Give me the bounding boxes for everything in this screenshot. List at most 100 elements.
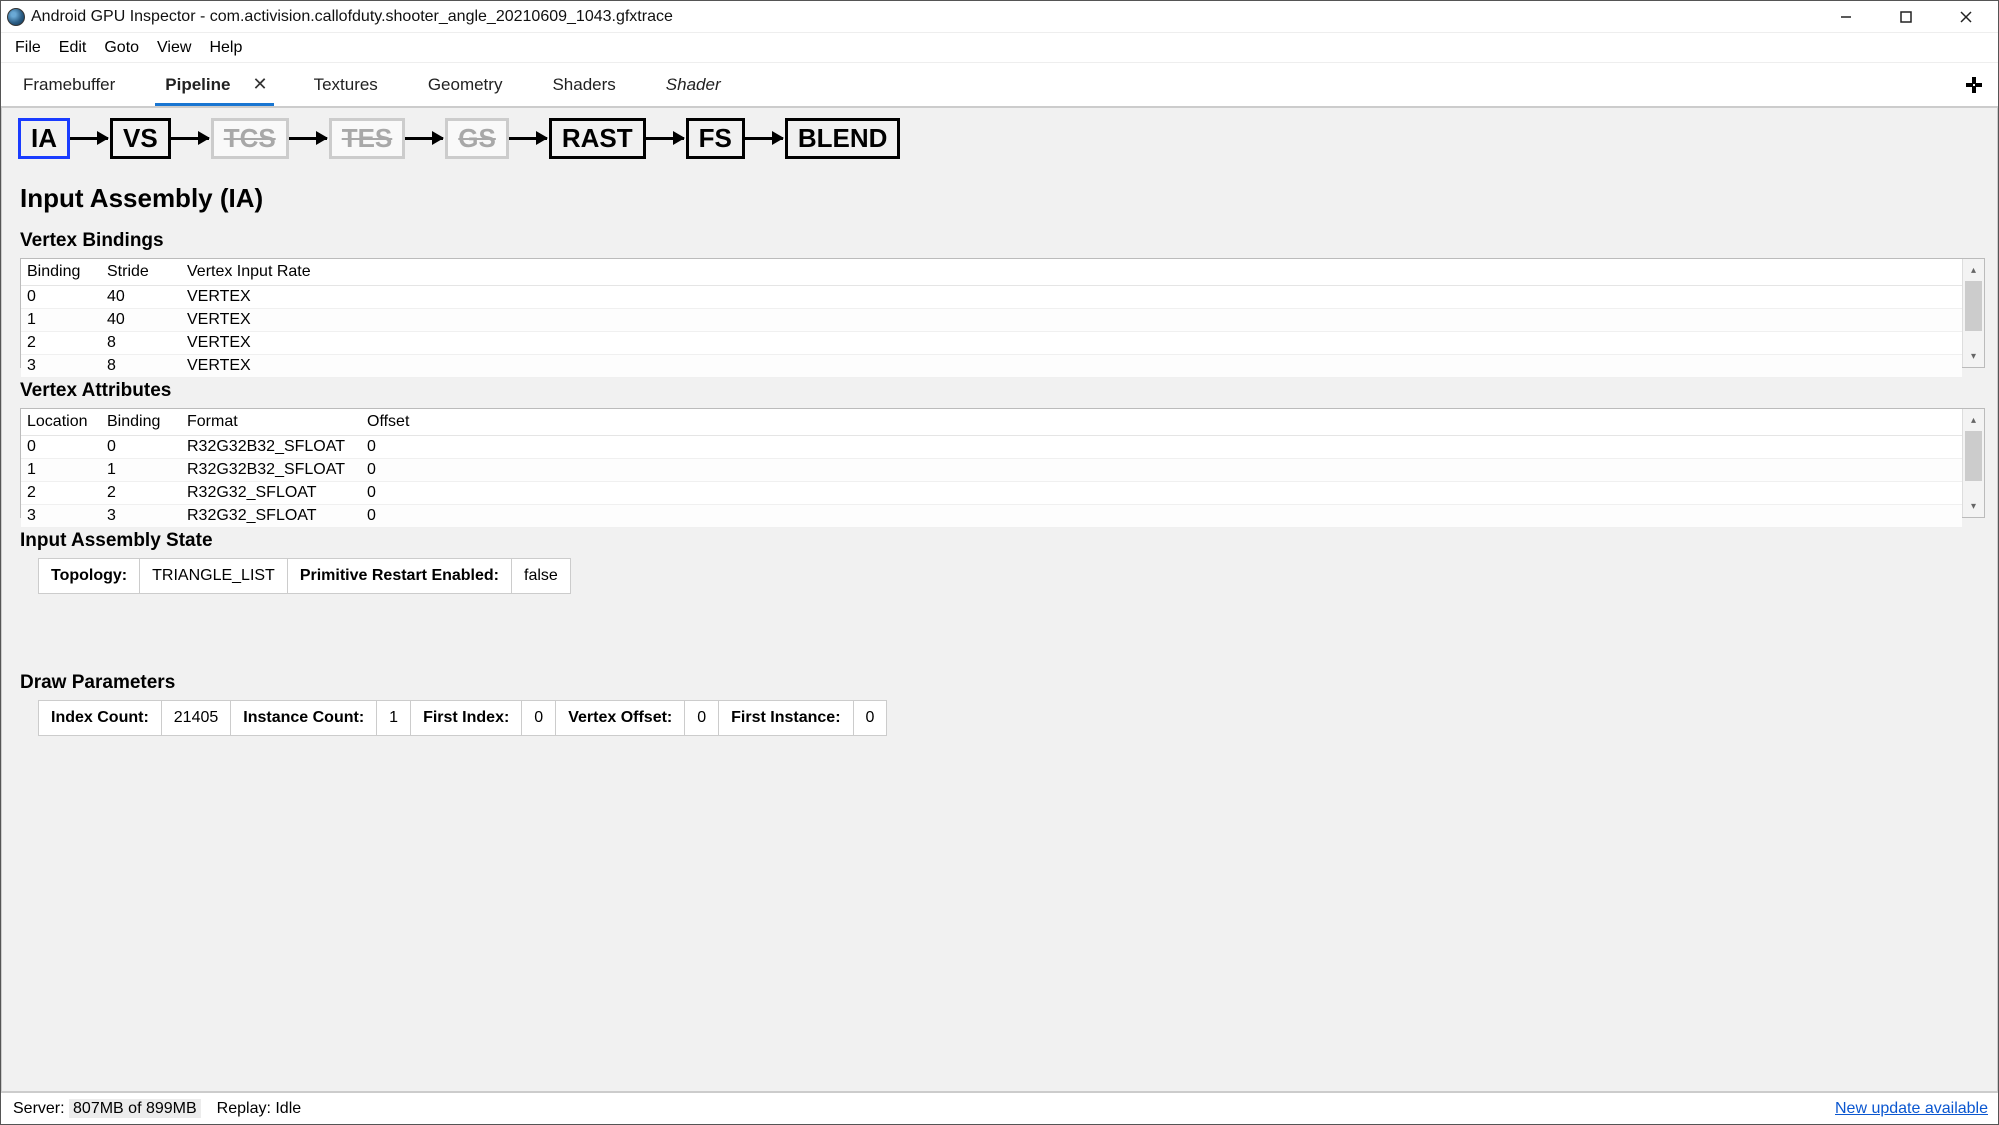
vertex-bindings-table: Binding Stride Vertex Input Rate 040VERT… bbox=[20, 258, 1985, 368]
statusbar: Server: 807MB of 899MB Replay: Idle New … bbox=[1, 1092, 1998, 1124]
cell: 40 bbox=[101, 286, 181, 309]
tab-pipeline[interactable]: Pipeline bbox=[161, 65, 234, 105]
stage-tes: TES bbox=[329, 118, 406, 159]
menu-goto[interactable]: Goto bbox=[96, 35, 147, 61]
col-vertex-input-rate[interactable]: Vertex Input Rate bbox=[181, 259, 1962, 286]
cell: 0 bbox=[361, 505, 1962, 528]
col-stride[interactable]: Stride bbox=[101, 259, 181, 286]
cell: 3 bbox=[21, 355, 101, 378]
cell: 1 bbox=[21, 309, 101, 332]
maximize-button[interactable] bbox=[1876, 1, 1936, 33]
cell: R32G32_SFLOAT bbox=[181, 482, 361, 505]
vertex-attributes-title: Vertex Attributes bbox=[20, 380, 1985, 402]
minimize-button[interactable] bbox=[1816, 1, 1876, 33]
stage-fs[interactable]: FS bbox=[686, 118, 745, 159]
table-row[interactable]: 38VERTEX bbox=[21, 355, 1962, 378]
cell: 8 bbox=[101, 355, 181, 378]
server-value: 807MB of 899MB bbox=[69, 1099, 201, 1118]
scroll-thumb[interactable] bbox=[1965, 281, 1982, 331]
col-binding[interactable]: Binding bbox=[21, 259, 101, 286]
tab-textures[interactable]: Textures bbox=[310, 65, 382, 105]
stage-vs[interactable]: VS bbox=[110, 118, 171, 159]
col-offset[interactable]: Offset bbox=[361, 409, 1962, 436]
tab-framebuffer[interactable]: Framebuffer bbox=[19, 65, 119, 105]
arrow-icon bbox=[745, 137, 783, 140]
scroll-up-icon[interactable]: ▴ bbox=[1963, 259, 1984, 281]
cell: 0 bbox=[361, 436, 1962, 459]
menu-view[interactable]: View bbox=[149, 35, 199, 61]
scroll-down-icon[interactable]: ▾ bbox=[1963, 495, 1984, 517]
cell: R32G32B32_SFLOAT bbox=[181, 459, 361, 482]
topology-value: TRIANGLE_LIST bbox=[140, 559, 288, 593]
draw-parameters-row: Index Count: 21405 Instance Count: 1 Fir… bbox=[38, 700, 887, 736]
arrow-icon bbox=[70, 137, 108, 140]
menu-file[interactable]: File bbox=[7, 35, 49, 61]
update-link[interactable]: New update available bbox=[1835, 1100, 1988, 1118]
table-row[interactable]: 00R32G32B32_SFLOAT0 bbox=[21, 436, 1962, 459]
cell: 2 bbox=[21, 332, 101, 355]
cell: 0 bbox=[101, 436, 181, 459]
arrow-icon bbox=[509, 137, 547, 140]
cell: 2 bbox=[101, 482, 181, 505]
stage-gs: GS bbox=[445, 118, 509, 159]
menu-help[interactable]: Help bbox=[201, 35, 250, 61]
tab-shaders[interactable]: Shaders bbox=[548, 65, 619, 105]
table-row[interactable]: 140VERTEX bbox=[21, 309, 1962, 332]
stage-blend[interactable]: BLEND bbox=[785, 118, 901, 159]
scroll-thumb[interactable] bbox=[1965, 431, 1982, 481]
scroll-up-icon[interactable]: ▴ bbox=[1963, 409, 1984, 431]
content-area: IA VS TCS TES GS RAST FS BLEND Input Ass… bbox=[1, 107, 1998, 1092]
app-icon bbox=[7, 8, 25, 26]
prim-restart-value: false bbox=[512, 559, 570, 593]
stage-rast[interactable]: RAST bbox=[549, 118, 646, 159]
scrollbar[interactable]: ▴ ▾ bbox=[1962, 259, 1984, 367]
table-row[interactable]: 040VERTEX bbox=[21, 286, 1962, 309]
first-index-label: First Index: bbox=[411, 701, 522, 735]
close-button[interactable] bbox=[1936, 1, 1996, 33]
vertex-bindings-title: Vertex Bindings bbox=[20, 230, 1985, 252]
cell: 3 bbox=[21, 505, 101, 528]
stage-ia[interactable]: IA bbox=[18, 118, 70, 159]
col-location[interactable]: Location bbox=[21, 409, 101, 436]
vertex-attributes-table: Location Binding Format Offset 0 0R32G32B… bbox=[20, 408, 1985, 518]
index-count-value: 21405 bbox=[162, 701, 232, 735]
menu-edit[interactable]: Edit bbox=[51, 35, 95, 61]
index-count-label: Index Count: bbox=[39, 701, 162, 735]
replay-status: Replay: Idle bbox=[209, 1098, 310, 1120]
input-assembly-state-row: Topology: TRIANGLE_LIST Primitive Restar… bbox=[38, 558, 571, 594]
topology-label: Topology: bbox=[39, 559, 140, 593]
first-instance-value: 0 bbox=[854, 701, 887, 735]
arrow-icon bbox=[405, 137, 443, 140]
close-tab-icon[interactable]: ✕ bbox=[252, 74, 267, 95]
section-title: Input Assembly (IA) bbox=[20, 183, 1985, 214]
table-row[interactable]: 11R32G32B32_SFLOAT0 bbox=[21, 459, 1962, 482]
titlebar: Android GPU Inspector - com.activision.c… bbox=[1, 1, 1998, 33]
collapse-icon[interactable] bbox=[1962, 73, 1986, 97]
tab-geometry[interactable]: Geometry bbox=[424, 65, 507, 105]
cell: 40 bbox=[101, 309, 181, 332]
cell: VERTEX bbox=[181, 332, 1962, 355]
table-row[interactable]: 22R32G32_SFLOAT0 bbox=[21, 482, 1962, 505]
scroll-down-icon[interactable]: ▾ bbox=[1963, 345, 1984, 367]
replay-label: Replay: bbox=[217, 1100, 271, 1117]
cell: R32G32_SFLOAT bbox=[181, 505, 361, 528]
cell: 0 bbox=[361, 482, 1962, 505]
table-row[interactable]: 28VERTEX bbox=[21, 332, 1962, 355]
vertex-offset-value: 0 bbox=[685, 701, 719, 735]
col-format[interactable]: Format bbox=[181, 409, 361, 436]
scrollbar[interactable]: ▴ ▾ bbox=[1962, 409, 1984, 517]
tabbar: Framebuffer Pipeline ✕ Textures Geometry… bbox=[1, 63, 1998, 107]
server-status: Server: 807MB of 899MB bbox=[5, 1098, 209, 1120]
cell: 0 bbox=[21, 286, 101, 309]
tab-shader[interactable]: Shader bbox=[662, 65, 725, 105]
draw-parameters-title: Draw Parameters bbox=[20, 672, 1985, 694]
cell: VERTEX bbox=[181, 309, 1962, 332]
table-row[interactable]: 33R32G32_SFLOAT0 bbox=[21, 505, 1962, 528]
cell: VERTEX bbox=[181, 286, 1962, 309]
arrow-icon bbox=[171, 137, 209, 140]
instance-count-value: 1 bbox=[377, 701, 411, 735]
pipeline-stage-bar: IA VS TCS TES GS RAST FS BLEND bbox=[2, 107, 1997, 171]
first-instance-label: First Instance: bbox=[719, 701, 853, 735]
arrow-icon bbox=[646, 137, 684, 140]
col-binding[interactable]: Binding bbox=[101, 409, 181, 436]
